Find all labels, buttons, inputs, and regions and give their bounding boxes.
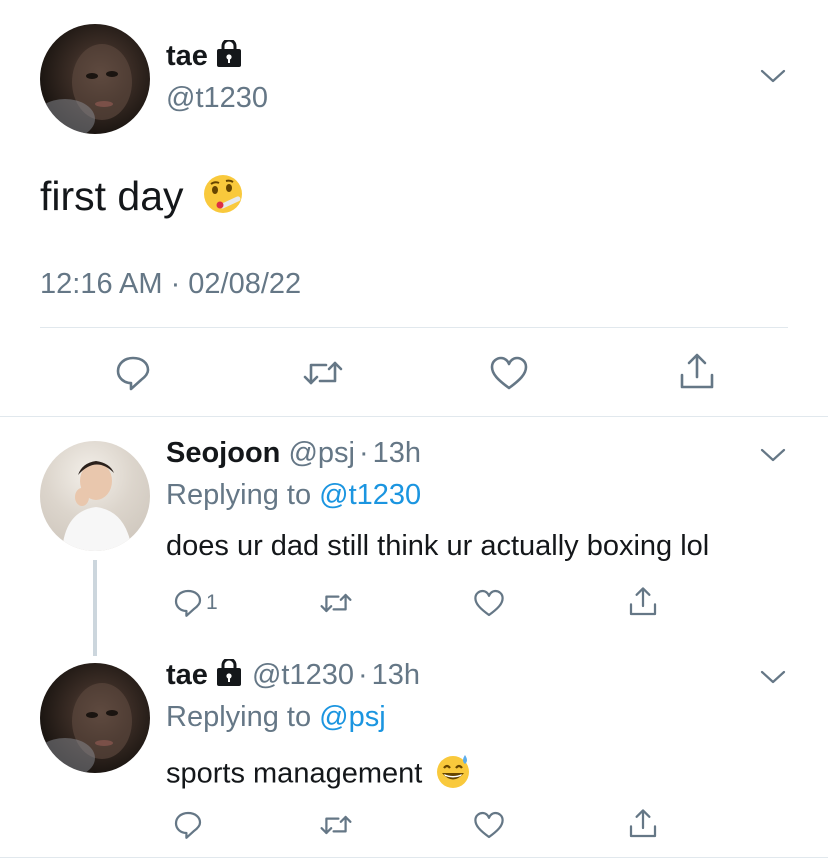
main-tweet-header: tae: [166, 38, 244, 73]
reply1-reply-count: 1: [206, 591, 218, 614]
reply2-like-icon[interactable]: [472, 809, 506, 841]
reply2-text: sports management: [166, 752, 472, 798]
lock-icon: [214, 38, 244, 68]
main-tweet-text: first day: [40, 172, 245, 226]
main-retweet-icon[interactable]: [301, 353, 345, 393]
reply2-retweet-icon[interactable]: [318, 809, 354, 841]
avatar-portrait: [62, 461, 132, 551]
main-tweet-menu-chevron-icon[interactable]: [758, 66, 788, 86]
main-tweet-handle[interactable]: @t1230: [166, 82, 268, 115]
reply2-menu-chevron-icon[interactable]: [758, 667, 788, 687]
main-tweet-avatar[interactable]: [40, 24, 150, 134]
divider: [0, 857, 828, 858]
face-with-thermometer-icon: [201, 172, 245, 226]
grinning-face-with-sweat-icon: [434, 752, 472, 798]
reply1-replying-to-link[interactable]: @t1230: [319, 479, 421, 511]
reply2-replying-line: Replying to @psj: [166, 701, 386, 734]
main-tweet-text-content: first day: [40, 172, 184, 219]
avatar-face: [40, 44, 132, 134]
reply2-replying-to-link[interactable]: @psj: [319, 701, 386, 733]
reply-icon: [172, 587, 204, 619]
reply1-text: does ur dad still think ur actually boxi…: [166, 530, 710, 562]
reply1-separator: ·: [358, 437, 369, 469]
avatar-face: [40, 683, 132, 773]
reply2-handle[interactable]: @t1230: [252, 659, 354, 691]
divider: [0, 416, 828, 417]
reply1-menu-chevron-icon[interactable]: [758, 445, 788, 465]
reply1-replying-prefix: Replying to: [166, 479, 312, 511]
main-share-icon[interactable]: [677, 351, 717, 393]
reply1-replying-line: Replying to @t1230: [166, 479, 421, 512]
reply1-retweet-icon[interactable]: [318, 587, 354, 619]
thread-connector-line: [93, 560, 97, 656]
divider: [40, 327, 788, 328]
reply1-time[interactable]: 13h: [373, 437, 421, 469]
reply2-header: tae @t1230 · 13h: [166, 657, 420, 692]
reply1-header: Seojoon @psj · 13h: [166, 437, 421, 470]
reply2-time[interactable]: 13h: [372, 659, 420, 691]
reply1-display-name[interactable]: Seojoon: [166, 437, 280, 469]
reply2-share-icon[interactable]: [627, 807, 659, 841]
reply2-replying-prefix: Replying to: [166, 701, 312, 733]
reply2-text-content: sports management: [166, 757, 423, 790]
reply2-avatar[interactable]: [40, 663, 150, 773]
main-tweet-timestamp[interactable]: 12:16 AM · 02/08/22: [40, 268, 301, 301]
main-tweet-display-name[interactable]: tae: [166, 40, 208, 72]
reply2-display-name[interactable]: tae: [166, 659, 208, 691]
main-like-icon[interactable]: [488, 353, 530, 393]
reply2-separator: ·: [358, 659, 368, 691]
reply1-share-icon[interactable]: [627, 585, 659, 619]
reply1-avatar[interactable]: [40, 441, 150, 551]
reply2-reply-icon[interactable]: [172, 809, 204, 841]
main-reply-icon[interactable]: [113, 353, 153, 393]
lock-icon: [214, 657, 244, 687]
reply1-reply-button[interactable]: 1: [172, 587, 218, 619]
reply1-like-icon[interactable]: [472, 587, 506, 619]
reply1-handle[interactable]: @psj: [288, 437, 355, 469]
